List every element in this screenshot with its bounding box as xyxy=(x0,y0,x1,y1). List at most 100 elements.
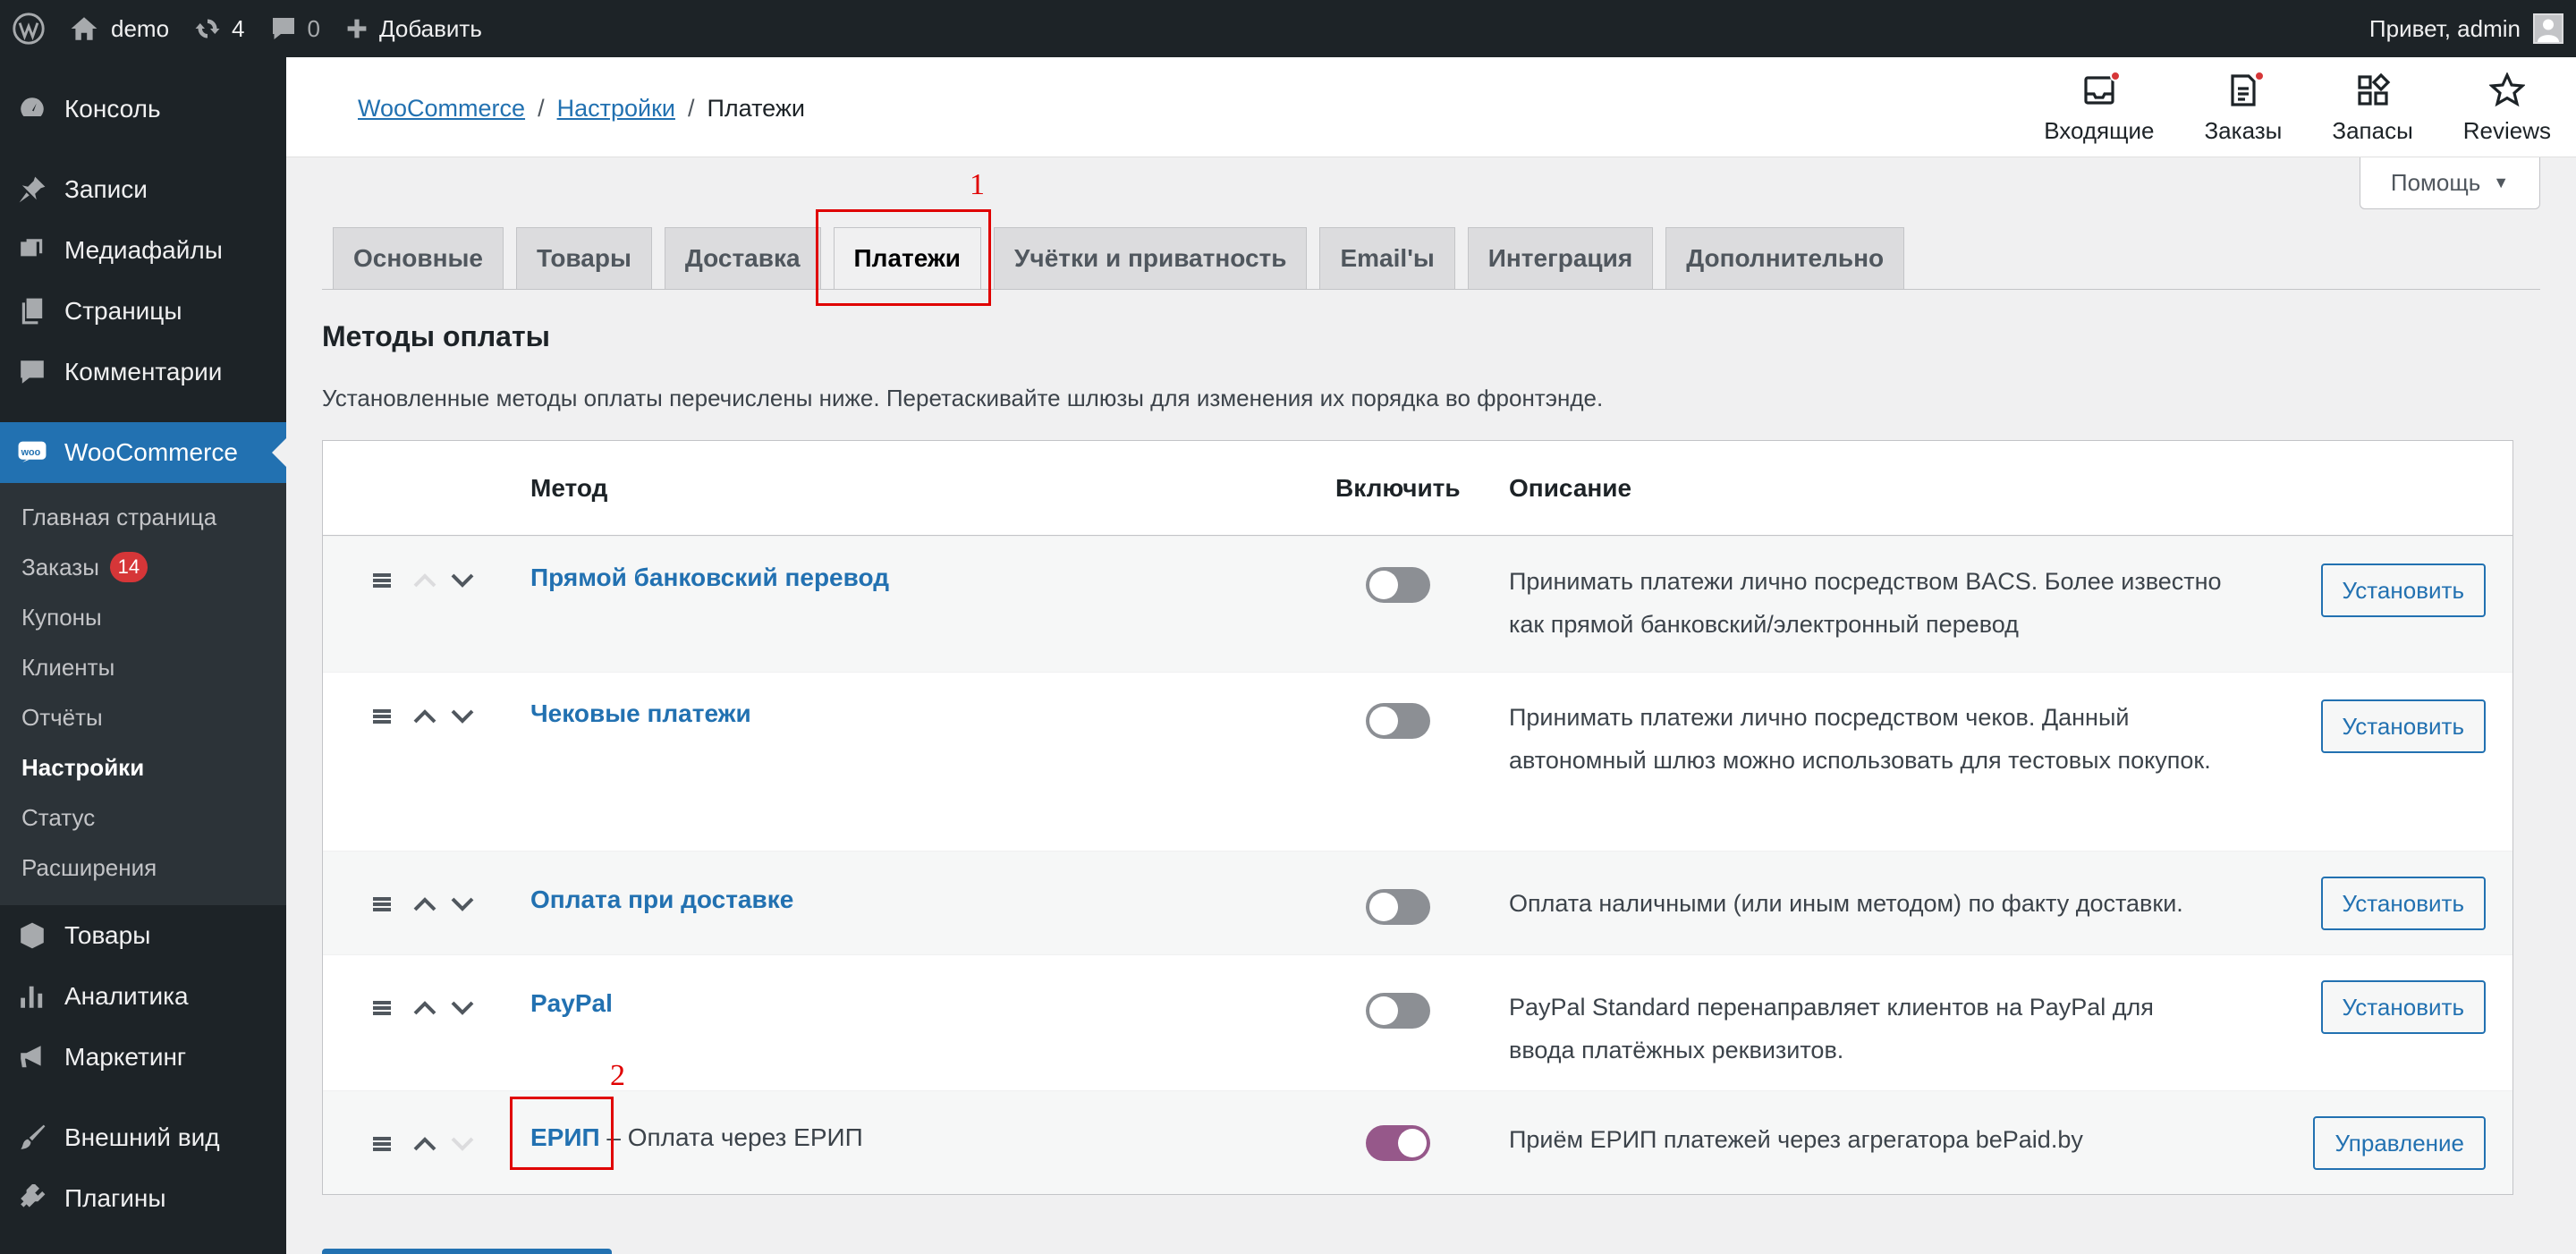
menu-plugins[interactable]: Плагины xyxy=(0,1168,286,1229)
method-link[interactable]: Прямой банковский перевод xyxy=(530,563,889,592)
method-link[interactable]: PayPal xyxy=(530,989,613,1018)
table-row: Прямой банковский перевод Принимать плат… xyxy=(323,536,2512,672)
menu-dashboard[interactable]: Консоль xyxy=(0,79,286,140)
submenu-reports[interactable]: Отчёты xyxy=(0,692,286,742)
tab-integration[interactable]: Интеграция xyxy=(1467,227,1654,290)
submenu-home[interactable]: Главная страница xyxy=(0,492,286,542)
enable-toggle[interactable] xyxy=(1366,567,1430,603)
submenu-extensions[interactable]: Расширения xyxy=(0,843,286,893)
activity-orders-button[interactable]: Заказы xyxy=(2179,57,2307,157)
submenu-settings[interactable]: Настройки xyxy=(0,742,286,792)
breadcrumb-link-woocommerce[interactable]: WooCommerce xyxy=(358,95,525,122)
method-description: Принимать платежи лично посредством чеко… xyxy=(1509,704,2211,774)
add-new-link[interactable]: Добавить xyxy=(333,0,495,57)
updates-count: 4 xyxy=(232,14,245,42)
updates-link[interactable]: 4 xyxy=(182,0,257,57)
manage-button[interactable]: Управление xyxy=(2313,1116,2486,1170)
move-down-icon[interactable] xyxy=(441,995,484,1021)
menu-analytics[interactable]: Аналитика xyxy=(0,966,286,1027)
move-up-icon[interactable] xyxy=(403,995,446,1021)
submenu-orders[interactable]: Заказы 14 xyxy=(0,542,286,592)
move-down-icon[interactable] xyxy=(441,567,484,594)
activity-stock-button[interactable]: Запасы xyxy=(2307,57,2437,157)
menu-marketing[interactable]: Маркетинг xyxy=(0,1027,286,1088)
method-link[interactable]: Оплата при доставке xyxy=(530,885,793,914)
woo-icon: woo xyxy=(16,436,48,469)
menu-products[interactable]: Товары xyxy=(0,905,286,966)
help-button[interactable]: Помощь ▼ xyxy=(2360,157,2540,209)
drag-handle-icon[interactable] xyxy=(360,995,403,1021)
tab-products[interactable]: Товары xyxy=(515,227,652,290)
move-up-icon[interactable] xyxy=(403,703,446,730)
enable-toggle[interactable] xyxy=(1366,889,1430,925)
tab-shipping[interactable]: Доставка xyxy=(664,227,821,290)
annotation-number-1: 1 xyxy=(970,168,985,201)
menu-woocommerce[interactable]: woo WooCommerce xyxy=(0,422,286,483)
move-down-icon[interactable] xyxy=(441,703,484,730)
tab-emails[interactable]: Email'ы xyxy=(1319,227,1455,290)
drag-handle-icon[interactable] xyxy=(360,1131,403,1157)
method-link[interactable]: Чековые платежи xyxy=(530,699,751,728)
svg-text:woo: woo xyxy=(21,447,41,458)
submenu-customers[interactable]: Клиенты xyxy=(0,642,286,692)
site-name: demo xyxy=(111,14,170,42)
wordpress-logo-icon[interactable] xyxy=(0,0,57,57)
menu-appearance[interactable]: Внешний вид xyxy=(0,1107,286,1168)
megaphone-icon xyxy=(16,1041,48,1073)
submenu-coupons[interactable]: Купоны xyxy=(0,592,286,642)
user-greeting[interactable]: Привет, admin xyxy=(2369,15,2521,43)
updates-icon xyxy=(195,19,220,38)
install-button[interactable]: Установить xyxy=(2320,980,2486,1034)
menu-posts[interactable]: Записи xyxy=(0,159,286,220)
annotation-box-1 xyxy=(816,209,991,306)
drag-handle-icon[interactable] xyxy=(360,567,403,594)
activity-label: Reviews xyxy=(2462,116,2551,144)
menu-media[interactable]: Медиафайлы xyxy=(0,220,286,281)
install-button[interactable]: Установить xyxy=(2320,699,2486,753)
products-icon xyxy=(16,919,48,952)
save-button[interactable] xyxy=(322,1249,612,1254)
breadcrumb-link-settings[interactable]: Настройки xyxy=(557,95,675,122)
orders-icon xyxy=(2225,70,2265,110)
menu-label: Товары xyxy=(64,921,151,949)
tab-advanced[interactable]: Дополнительно xyxy=(1665,227,1905,290)
enable-toggle[interactable] xyxy=(1366,703,1430,739)
activity-inbox-button[interactable]: Входящие xyxy=(2019,57,2179,157)
submenu-status[interactable]: Статус xyxy=(0,792,286,843)
header-method: Метод xyxy=(530,473,608,502)
home-icon xyxy=(71,17,97,40)
move-up-icon[interactable] xyxy=(403,1131,446,1157)
menu-comments[interactable]: Комментарии xyxy=(0,342,286,402)
menu-pages[interactable]: Страницы xyxy=(0,281,286,342)
method-description: Приём ЕРИП платежей через агрегатора beP… xyxy=(1509,1126,2083,1153)
tab-general[interactable]: Основные xyxy=(333,227,504,290)
drag-handle-icon[interactable] xyxy=(360,703,403,730)
install-button[interactable]: Установить xyxy=(2320,563,2486,617)
enable-toggle[interactable] xyxy=(1366,1125,1430,1161)
tab-accounts-privacy[interactable]: Учётки и приватность xyxy=(994,227,1308,290)
move-down-icon xyxy=(441,1131,484,1157)
pushpin-icon xyxy=(16,174,48,206)
table-row: ЕРИП – Оплата через ЕРИП Приём ЕРИП плат… xyxy=(323,1090,2512,1194)
drag-handle-icon[interactable] xyxy=(360,891,403,918)
enable-toggle[interactable] xyxy=(1366,993,1430,1029)
settings-tabs: Основные Товары Доставка Платежи Учётки … xyxy=(333,227,1917,290)
site-name-link[interactable]: demo xyxy=(57,0,182,57)
payment-methods-table: Метод Включить Описание Прямой банковски… xyxy=(322,440,2513,1195)
activity-label: Запасы xyxy=(2332,116,2413,144)
breadcrumb-current: Платежи xyxy=(707,95,805,122)
table-row: PayPal PayPal Standard перенаправляет кл… xyxy=(323,954,2512,1090)
comment-bubble-icon xyxy=(272,18,294,39)
inbox-icon xyxy=(2081,70,2121,110)
analytics-icon xyxy=(16,980,48,1013)
admin-bar: demo 4 0 Добавить Привет, admin xyxy=(0,0,2576,57)
activity-reviews-button[interactable]: Reviews xyxy=(2438,57,2576,157)
woocommerce-header: WooCommerce / Настройки / Платежи Входящие З… xyxy=(286,57,2576,157)
admin-sidebar: Консоль Записи Медиафайлы Страницы Комме… xyxy=(0,57,286,1254)
avatar[interactable] xyxy=(2533,13,2563,44)
install-button[interactable]: Установить xyxy=(2320,877,2486,930)
activity-label: Входящие xyxy=(2044,116,2155,144)
move-up-icon[interactable] xyxy=(403,891,446,918)
move-down-icon[interactable] xyxy=(441,891,484,918)
comments-link[interactable]: 0 xyxy=(258,0,333,57)
